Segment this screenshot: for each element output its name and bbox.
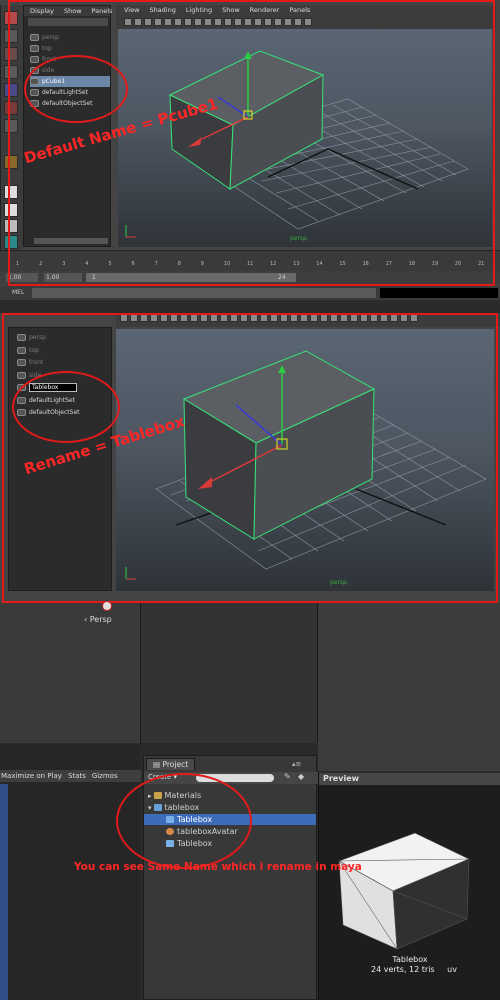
command-result [380,288,498,298]
preview-mesh-name: Tablebox [392,955,428,964]
preview-panel: Preview Tablebox 24 verts, 12 tris uv [318,773,500,1000]
game-render-area [0,784,8,1000]
gizmos-dropdown[interactable]: Gizmos [92,770,118,782]
annotation-text-unity: You can see Same Name which i rename in … [74,861,362,873]
filter-label-icon[interactable]: ◆ [298,772,304,781]
mel-label: MEL [12,289,25,296]
annotation-ellipse-top [24,55,128,123]
preview-header: Preview [319,773,500,785]
maya-top-window: Display Show Panels persp top front side pCu… [0,0,500,300]
maya-bottom-window: persp top front side Tablebox defaultLightSet… [0,313,500,603]
command-input[interactable] [32,288,376,298]
stats-toggle[interactable]: Stats [68,770,86,782]
filter-type-icon[interactable]: ✎ [284,772,291,781]
preview-title: Preview [323,774,360,783]
annotation-ellipse-unity [116,773,252,869]
project-tab[interactable]: ▤ Project [146,758,196,770]
annotation-ellipse-bottom [12,371,120,443]
game-toolbar: Maximize on Play Stats Gizmos [0,770,141,782]
maximize-on-play-toggle[interactable]: Maximize on Play [1,770,62,782]
command-line: MEL [0,286,500,300]
project-tab-icon: ▤ [153,760,161,769]
lock-icon[interactable]: ▴≡ [292,760,301,768]
scene-gizmo[interactable] [102,601,112,611]
scene-persp-label: ‹ Persp [84,615,112,624]
scene-view[interactable]: ‹ Persp [0,601,141,743]
scene-view-middle [141,603,318,743]
preview-mesh-stats: 24 verts, 12 tris uv [371,965,457,974]
persp-icon: ‹ [84,615,88,624]
inspector-area [318,603,500,771]
unity-window: ‹ Persp Maximize on Play Stats Gizmos ▤ … [0,601,500,1000]
